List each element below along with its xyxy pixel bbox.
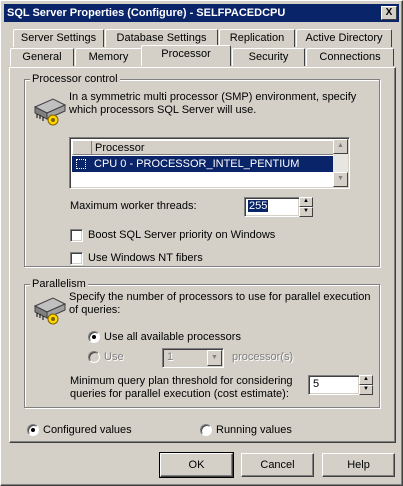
spin-up-icon[interactable]: ▲ (359, 375, 373, 385)
use-n-processors-radio[interactable] (88, 351, 100, 363)
boost-priority-checkbox[interactable] (70, 229, 83, 242)
processor-list-scrollbar[interactable]: ▲ ▼ (333, 139, 348, 187)
tab-general[interactable]: General (10, 48, 74, 66)
running-values-label: Running values (216, 424, 292, 436)
max-threads-input[interactable]: 255 (244, 197, 300, 217)
properties-dialog: SQL Server Properties (Configure) - SELF… (0, 0, 403, 486)
running-values-radio[interactable] (200, 424, 212, 436)
processor-control-title: Processor control (30, 73, 120, 85)
scroll-up-icon[interactable]: ▲ (333, 139, 348, 154)
use-all-processors-label: Use all available processors (104, 331, 241, 343)
threshold-value: 5 (313, 378, 320, 390)
help-button[interactable]: Help (322, 453, 395, 477)
tab-connections[interactable]: Connections (306, 48, 394, 66)
processor-name: CPU 0 - PROCESSOR_INTEL_PENTIUM (94, 158, 300, 170)
processor-count-select[interactable]: 1 ▼ (162, 348, 224, 368)
tab-security[interactable]: Security (232, 48, 305, 66)
window-title: SQL Server Properties (Configure) - SELF… (7, 7, 286, 19)
processor-row[interactable]: CPU 0 - PROCESSOR_INTEL_PENTIUM (72, 156, 335, 172)
configured-values-radio[interactable] (27, 424, 39, 436)
tab-processor[interactable]: Processor (141, 45, 231, 66)
max-threads-spinner[interactable]: ▲ ▼ (299, 197, 313, 217)
processor-list-header[interactable]: Processor (72, 140, 335, 155)
boost-priority-label: Boost SQL Server priority on Windows (88, 229, 276, 241)
spin-down-icon[interactable]: ▼ (359, 385, 373, 395)
threshold-input[interactable]: 5 (308, 375, 360, 395)
title-bar[interactable]: SQL Server Properties (Configure) - SELF… (4, 4, 399, 22)
parallelism-description: Specify the number of processors to use … (69, 291, 371, 316)
configured-values-label: Configured values (43, 424, 132, 436)
processors-suffix: processor(s) (232, 351, 294, 363)
nt-fibers-label: Use Windows NT fibers (88, 252, 203, 264)
parallelism-chip-icon (33, 296, 67, 329)
tab-replication[interactable]: Replication (219, 29, 295, 47)
processor-checkbox[interactable] (76, 159, 86, 169)
max-threads-label: Maximum worker threads: (70, 200, 197, 212)
processor-chip-icon (33, 97, 67, 130)
max-threads-value: 255 (248, 200, 269, 212)
spin-down-icon[interactable]: ▼ (299, 207, 313, 217)
processor-list[interactable]: Processor CPU 0 - PROCESSOR_INTEL_PENTIU… (69, 137, 350, 189)
parallelism-title: Parallelism (30, 278, 88, 290)
chevron-down-icon[interactable]: ▼ (207, 350, 222, 366)
processor-control-description: In a symmetric multi processor (SMP) env… (69, 91, 357, 116)
cancel-button[interactable]: Cancel (241, 453, 314, 477)
processor-column-header: Processor (95, 142, 145, 154)
nt-fibers-checkbox[interactable] (70, 252, 83, 265)
spin-up-icon[interactable]: ▲ (299, 197, 313, 207)
tab-server-settings[interactable]: Server Settings (13, 29, 104, 47)
scroll-down-icon[interactable]: ▼ (333, 172, 348, 187)
close-button[interactable]: X (381, 6, 397, 20)
use-n-processors-label: Use (104, 351, 124, 363)
ok-button[interactable]: OK (159, 452, 234, 478)
threshold-spinner[interactable]: ▲ ▼ (359, 375, 373, 395)
use-all-processors-radio[interactable] (88, 331, 100, 343)
processor-count-value: 1 (167, 351, 174, 363)
tab-memory[interactable]: Memory (75, 48, 142, 66)
threshold-label: Minimum query plan threshold for conside… (70, 375, 293, 400)
tab-active-directory[interactable]: Active Directory (296, 29, 392, 47)
